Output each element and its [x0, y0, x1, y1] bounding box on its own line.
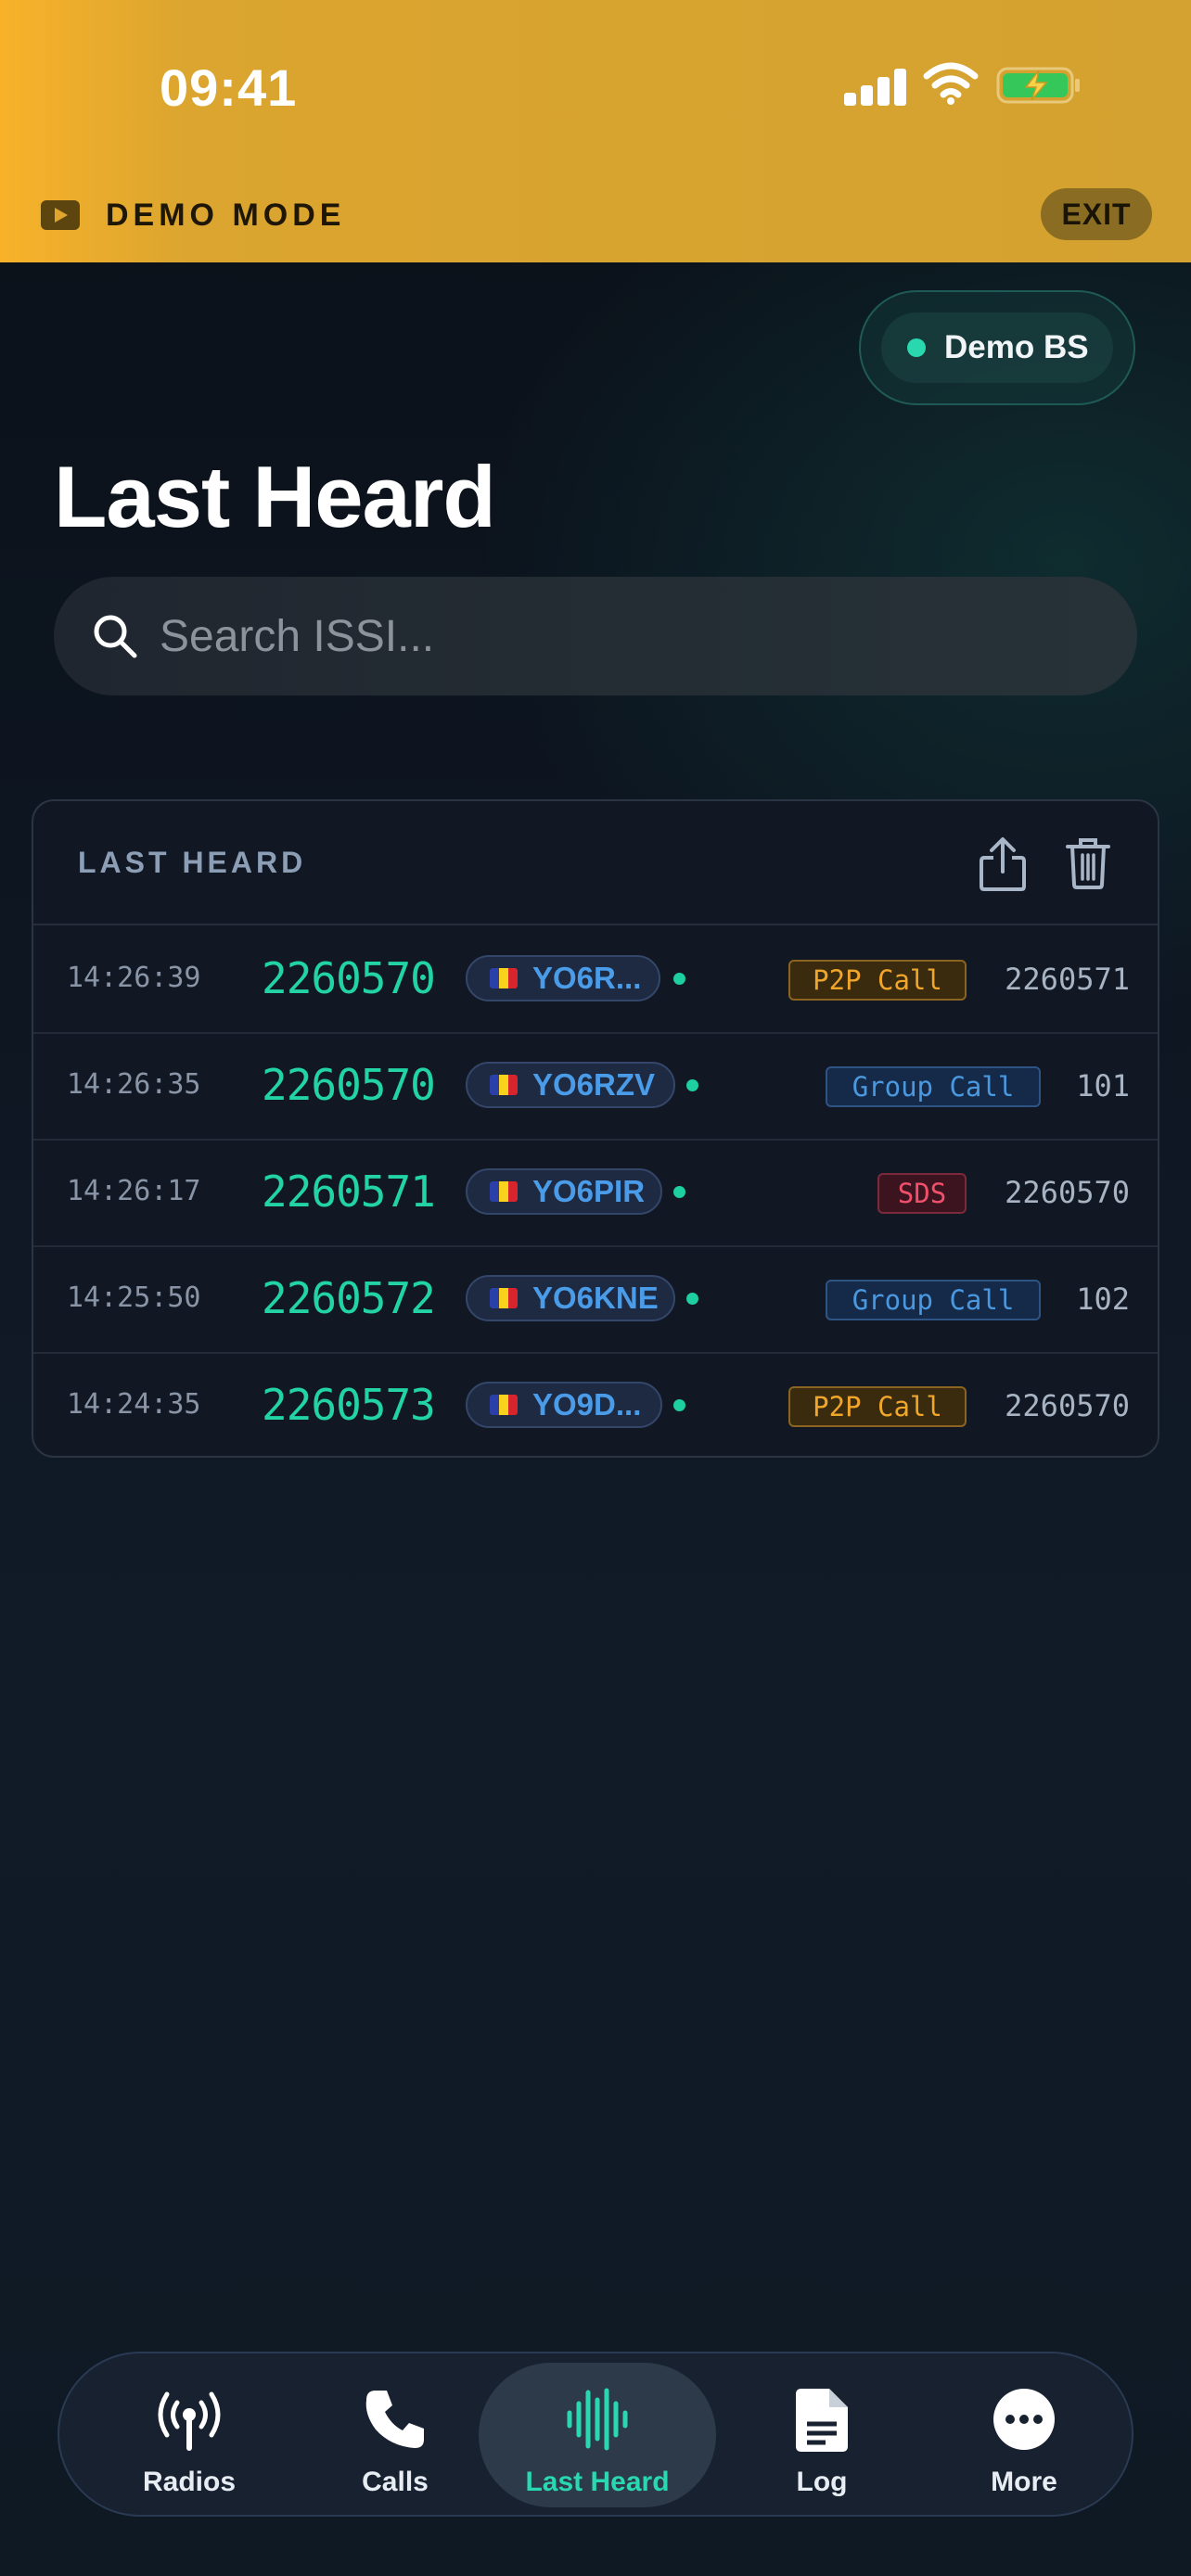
tab-radios[interactable]: Radios	[87, 2363, 291, 2507]
tab-label: Radios	[142, 2467, 237, 2497]
page-title: Last Heard	[54, 448, 496, 545]
connection-status-icon	[907, 338, 926, 357]
row-callsign: YO6KNE	[532, 1281, 659, 1315]
share-icon[interactable]	[978, 836, 1028, 892]
search-bar[interactable]	[54, 577, 1137, 695]
table-row[interactable]: 14:25:50 2260572 YO6KNE Group Call 102	[33, 1247, 1158, 1354]
status-time: 09:41	[160, 58, 298, 117]
tab-label: Last Heard	[525, 2467, 670, 2497]
demo-mode-label: DEMO MODE	[41, 197, 345, 234]
row-callsign: YO6PIR	[532, 1174, 646, 1208]
row-time: 14:24:35	[67, 1388, 201, 1421]
antenna-icon	[158, 2391, 221, 2451]
romania-flag-icon	[490, 968, 518, 988]
row-destination: 2260571	[1005, 962, 1130, 997]
tab-label: Log	[796, 2467, 848, 2497]
demo-mode-text: DEMO MODE	[106, 197, 346, 233]
online-dot-icon	[673, 973, 685, 985]
tab-bar: Radios Calls Last Heard Log More	[58, 2352, 1133, 2517]
row-destination: 2260570	[1005, 1175, 1130, 1210]
row-issi: 2260571	[262, 1167, 436, 1217]
row-issi: 2260572	[262, 1273, 436, 1323]
row-destination: 101	[1076, 1068, 1130, 1103]
search-input[interactable]	[160, 599, 1087, 673]
row-destination: 2260570	[1005, 1388, 1130, 1423]
waveform-icon	[567, 2388, 628, 2451]
row-callsign: YO9D...	[532, 1387, 642, 1422]
wifi-icon	[923, 62, 979, 105]
last-heard-card: LAST HEARD 14:26:39 2260570 YO6R... P2P …	[32, 799, 1159, 1458]
tab-label: More	[991, 2467, 1057, 2497]
tab-more[interactable]: More	[922, 2363, 1126, 2507]
tab-last-heard[interactable]: Last Heard	[479, 2363, 716, 2507]
table-row[interactable]: 14:26:17 2260571 YO6PIR SDS 2260570	[33, 1141, 1158, 1247]
callsign-chip[interactable]: YO9D...	[466, 1382, 662, 1428]
romania-flag-icon	[490, 1288, 518, 1308]
romania-flag-icon	[490, 1395, 518, 1415]
call-type-badge: Group Call	[826, 1280, 1041, 1320]
callsign-chip[interactable]: YO6RZV	[466, 1062, 675, 1108]
row-destination: 102	[1076, 1282, 1130, 1317]
tab-calls[interactable]: Calls	[293, 2363, 497, 2507]
cellular-signal-icon	[844, 67, 907, 106]
card-title: LAST HEARD	[78, 846, 307, 879]
call-type-badge: Group Call	[826, 1066, 1041, 1107]
row-callsign: YO6R...	[532, 961, 642, 995]
tab-log[interactable]: Log	[720, 2363, 924, 2507]
base-station-label: Demo BS	[944, 329, 1089, 365]
search-icon	[94, 615, 137, 658]
table-row[interactable]: 14:26:35 2260570 YO6RZV Group Call 101	[33, 1034, 1158, 1141]
table-row[interactable]: 14:24:35 2260573 YO9D... P2P Call 226057…	[33, 1354, 1158, 1456]
romania-flag-icon	[490, 1075, 518, 1095]
row-time: 14:26:35	[67, 1068, 201, 1101]
callsign-chip[interactable]: YO6PIR	[466, 1168, 662, 1215]
exit-demo-button[interactable]: EXIT	[1041, 188, 1152, 240]
card-header: LAST HEARD	[33, 801, 1158, 925]
callsign-chip[interactable]: YO6KNE	[466, 1275, 675, 1321]
demo-banner: 09:41 DEMO MODE EXIT	[0, 0, 1191, 262]
call-type-badge: P2P Call	[788, 1386, 967, 1427]
row-time: 14:26:17	[67, 1175, 201, 1207]
row-issi: 2260573	[262, 1380, 436, 1430]
callsign-chip[interactable]: YO6R...	[466, 955, 660, 1001]
document-icon	[796, 2389, 848, 2452]
row-time: 14:26:39	[67, 962, 201, 994]
base-station-selector[interactable]: Demo BS	[859, 290, 1135, 405]
table-row[interactable]: 14:26:39 2260570 YO6R... P2P Call 226057…	[33, 927, 1158, 1034]
call-type-badge: SDS	[877, 1173, 967, 1214]
romania-flag-icon	[490, 1181, 518, 1202]
row-issi: 2260570	[262, 1060, 436, 1110]
row-time: 14:25:50	[67, 1282, 201, 1314]
row-issi: 2260570	[262, 953, 436, 1003]
online-dot-icon	[686, 1079, 698, 1091]
more-icon	[993, 2389, 1055, 2450]
call-type-badge: P2P Call	[788, 960, 967, 1001]
trash-icon[interactable]	[1065, 836, 1111, 890]
online-dot-icon	[673, 1186, 685, 1198]
battery-charging-icon	[996, 67, 1080, 104]
play-icon	[41, 200, 80, 230]
online-dot-icon	[686, 1293, 698, 1305]
online-dot-icon	[673, 1399, 685, 1411]
row-callsign: YO6RZV	[532, 1067, 656, 1102]
phone-icon	[365, 2391, 424, 2448]
tab-label: Calls	[362, 2467, 429, 2497]
